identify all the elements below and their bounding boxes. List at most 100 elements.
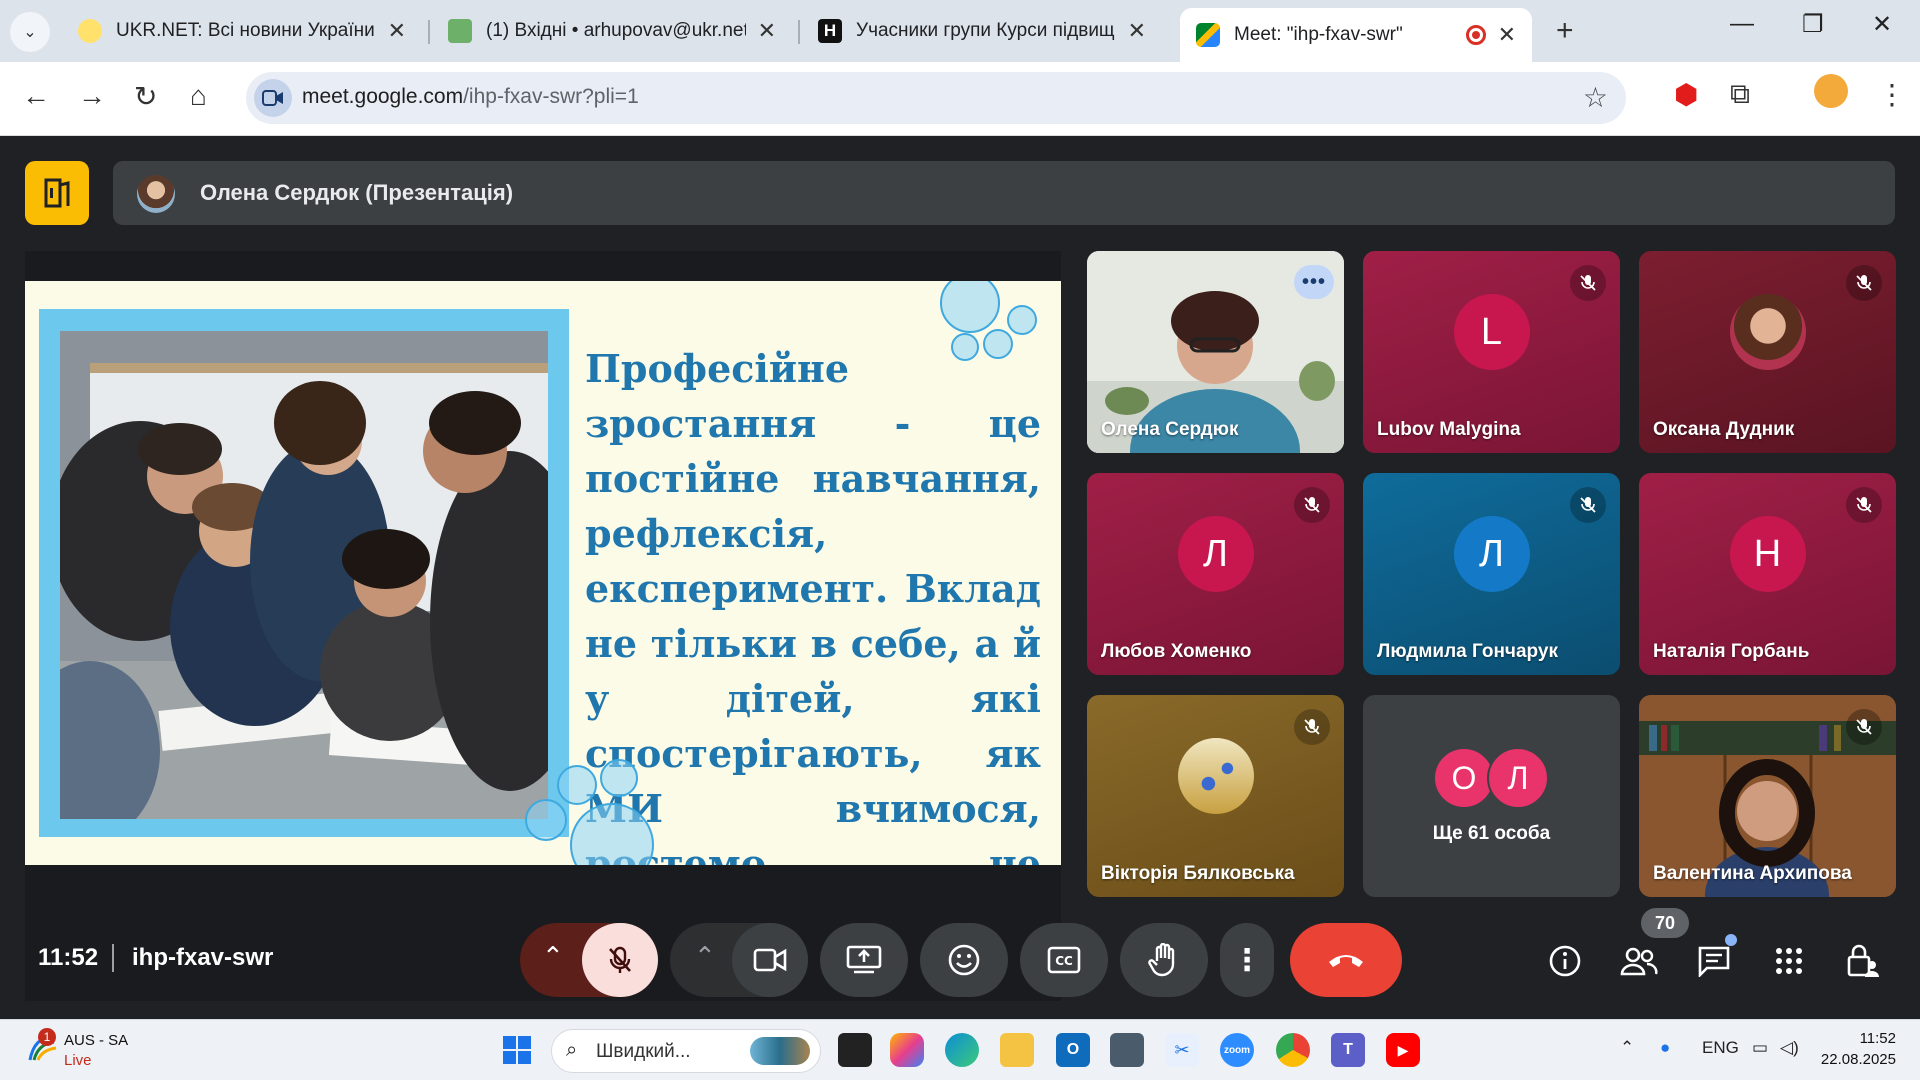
mic-off-icon bbox=[1846, 487, 1882, 523]
reload-icon[interactable]: ↻ bbox=[134, 80, 157, 113]
weather-title[interactable]: AUS - SA bbox=[64, 1032, 128, 1049]
adblock-extension-icon[interactable]: ⬢ bbox=[1674, 78, 1698, 111]
minimize-icon[interactable]: — bbox=[1730, 10, 1754, 38]
others-tile[interactable]: О Л Ще 61 особа bbox=[1363, 695, 1620, 897]
snipping-tool-icon[interactable]: ✂ bbox=[1165, 1033, 1199, 1067]
new-tab-icon[interactable]: + bbox=[1556, 14, 1574, 48]
chat-icon bbox=[1698, 946, 1730, 977]
network-icon[interactable]: ▭ bbox=[1752, 1038, 1768, 1058]
meeting-code: ihp-fxav-swr bbox=[132, 944, 274, 971]
tab-ukrnet[interactable]: UKR.NET: Всі новини України, о ✕ bbox=[62, 8, 422, 54]
restore-icon[interactable]: ❐ bbox=[1802, 10, 1824, 39]
camera-options-chevron-icon[interactable]: ⌃ bbox=[694, 941, 716, 972]
camera-toggle-button[interactable] bbox=[732, 923, 808, 997]
extensions-puzzle-icon[interactable]: ⧉ bbox=[1730, 78, 1750, 111]
clock-date: 22.08.2025 bbox=[1820, 1051, 1896, 1068]
avatar: О bbox=[1433, 747, 1495, 809]
tab-meet[interactable]: Meet: "ihp-fxav-swr" ✕ bbox=[1180, 8, 1532, 62]
bubble-decoration bbox=[1007, 305, 1037, 335]
camera-control-group: ⌃ bbox=[670, 923, 808, 997]
bookmark-star-icon[interactable]: ☆ bbox=[1583, 81, 1608, 114]
mic-toggle-button[interactable] bbox=[582, 923, 658, 997]
tab-mail[interactable]: (1) Вхідні • arhupovav@ukr.net ✕ bbox=[432, 8, 792, 54]
profile-avatar[interactable] bbox=[1814, 74, 1848, 108]
avatar: Л bbox=[1487, 747, 1549, 809]
chat-button[interactable] bbox=[1689, 934, 1739, 986]
participant-tile-lyudmyla[interactable]: Л Людмила Гончарук bbox=[1363, 473, 1620, 675]
copilot-icon[interactable] bbox=[890, 1033, 924, 1067]
participant-tile-oksana[interactable]: Оксана Дудник bbox=[1639, 251, 1896, 453]
forward-icon[interactable]: → bbox=[78, 80, 106, 112]
more-vert-icon: ⋮ bbox=[1232, 943, 1262, 977]
windows-start-icon[interactable] bbox=[500, 1033, 534, 1067]
participant-tile-olena[interactable]: ••• Олена Сердюк bbox=[1087, 251, 1344, 453]
tab-title: (1) Вхідні • arhupovav@ukr.net bbox=[486, 20, 746, 41]
teams-icon[interactable]: T bbox=[1331, 1033, 1365, 1067]
leave-call-button[interactable] bbox=[1290, 923, 1402, 997]
participant-tile-lyubov-khomenko[interactable]: Л Любов Хоменко bbox=[1087, 473, 1344, 675]
search-placeholder: Швидкий... bbox=[596, 1041, 691, 1062]
self-tile[interactable]: Валентина Архипова bbox=[1639, 695, 1896, 897]
present-screen-button[interactable] bbox=[820, 923, 908, 997]
raise-hand-button[interactable] bbox=[1120, 923, 1208, 997]
home-icon[interactable]: ⌂ bbox=[190, 80, 207, 112]
menu-kebab-icon[interactable]: ⋮ bbox=[1878, 78, 1906, 111]
chrome-icon[interactable] bbox=[1276, 1033, 1310, 1067]
mail-icon bbox=[448, 19, 472, 43]
participant-tile-viktoriia[interactable]: Вікторія Бялковська bbox=[1087, 695, 1344, 897]
back-icon[interactable]: ← bbox=[22, 80, 50, 112]
participant-tile-lubov-malygina[interactable]: L Lubov Malygina bbox=[1363, 251, 1620, 453]
calculator-icon[interactable] bbox=[1110, 1033, 1144, 1067]
reactions-button[interactable] bbox=[920, 923, 1008, 997]
tab-group-members[interactable]: H Учасники групи Курси підвищ ✕ bbox=[802, 8, 1162, 54]
close-tab-icon[interactable]: ✕ bbox=[1498, 22, 1516, 48]
recording-icon bbox=[1465, 25, 1486, 45]
task-view-icon[interactable] bbox=[838, 1033, 872, 1067]
activities-button[interactable] bbox=[1764, 936, 1814, 986]
system-clock[interactable]: 11:52 22.08.2025 bbox=[1821, 1028, 1896, 1070]
close-tab-icon[interactable]: ✕ bbox=[758, 18, 776, 44]
emoji-icon bbox=[948, 944, 980, 976]
people-button[interactable] bbox=[1614, 936, 1664, 986]
meeting-clock: 11:52 bbox=[38, 944, 99, 971]
close-tab-icon[interactable]: ✕ bbox=[388, 18, 406, 44]
divider bbox=[112, 944, 114, 972]
language-indicator[interactable]: ENG bbox=[1702, 1038, 1739, 1058]
presenter-name: Олена Сердюк (Презентація) bbox=[200, 180, 514, 205]
address-bar[interactable]: meet.google.com/ihp-fxav-swr?pli=1 ☆ bbox=[246, 72, 1626, 124]
avatar: Л bbox=[1177, 516, 1254, 592]
microphone-tray-icon[interactable]: ● bbox=[1660, 1038, 1670, 1058]
taskbar-search-input[interactable]: ⌕ Швидкий... bbox=[551, 1029, 821, 1073]
mic-off-icon bbox=[1846, 709, 1882, 745]
site-info-icon[interactable] bbox=[254, 79, 292, 117]
shared-screen[interactable]: Професійне зростання - це постійне навча… bbox=[25, 251, 1061, 1001]
host-controls-button[interactable] bbox=[1838, 936, 1888, 986]
others-count-label: Ще 61 особа bbox=[1432, 823, 1551, 844]
file-explorer-icon[interactable] bbox=[1000, 1033, 1034, 1067]
weather-status[interactable]: Live bbox=[64, 1052, 92, 1069]
youtube-icon[interactable]: ▶ bbox=[1386, 1033, 1420, 1067]
mic-options-chevron-icon[interactable]: ⌃ bbox=[542, 941, 564, 972]
camera-icon bbox=[753, 948, 787, 972]
close-tab-icon[interactable]: ✕ bbox=[1128, 18, 1146, 44]
presentation-logo-icon[interactable] bbox=[25, 161, 89, 225]
tab-title: Meet: "ihp-fxav-swr" bbox=[1234, 24, 1403, 45]
participant-tile-nataliia[interactable]: Н Наталія Горбань bbox=[1639, 473, 1896, 675]
meeting-details-button[interactable] bbox=[1540, 936, 1590, 986]
more-options-icon[interactable]: ••• bbox=[1294, 265, 1334, 299]
captions-button[interactable]: CC bbox=[1020, 923, 1108, 997]
tab-search-button[interactable]: ⌄ bbox=[10, 12, 50, 52]
chevron-down-icon: ⌄ bbox=[23, 24, 37, 41]
outlook-icon[interactable]: O bbox=[1056, 1033, 1090, 1067]
more-options-button[interactable]: ⋮ bbox=[1220, 923, 1274, 997]
mic-off-icon bbox=[1294, 487, 1330, 523]
lock-person-icon bbox=[1847, 944, 1879, 977]
edge-icon[interactable] bbox=[945, 1033, 979, 1067]
tray-overflow-chevron-icon[interactable]: ⌃ bbox=[1620, 1038, 1634, 1058]
classroom-photo bbox=[60, 331, 548, 819]
close-window-icon[interactable]: ✕ bbox=[1872, 10, 1892, 39]
zoom-icon[interactable]: zoom bbox=[1220, 1033, 1254, 1067]
volume-icon[interactable]: ◁) bbox=[1780, 1038, 1799, 1058]
bubble-decoration bbox=[983, 329, 1013, 359]
participant-name: Валентина Архипова bbox=[1653, 863, 1852, 884]
